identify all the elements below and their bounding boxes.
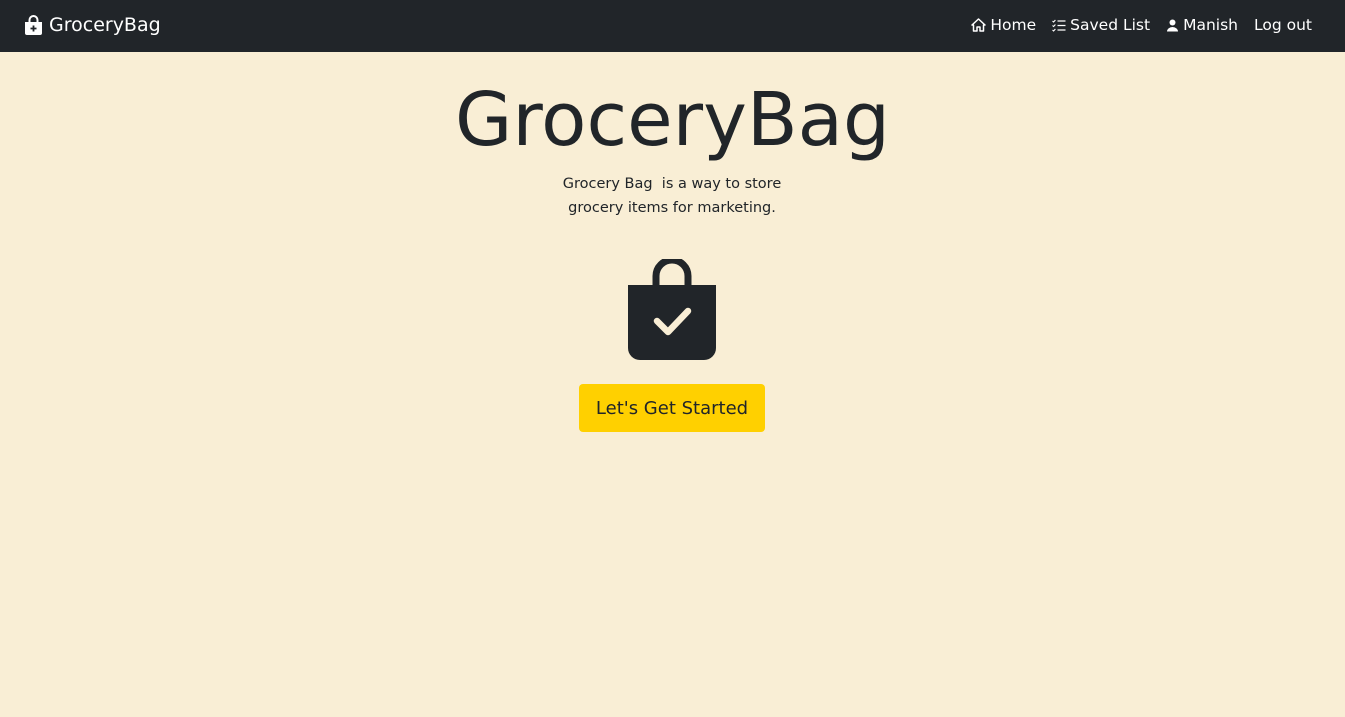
nav-links: Home Saved List Manish Log out bbox=[971, 13, 1312, 37]
brand-link[interactable]: GroceryBag bbox=[24, 12, 161, 38]
nav-home-label: Home bbox=[990, 16, 1037, 34]
bag-plus-icon bbox=[25, 14, 42, 35]
nav-logout-label: Log out bbox=[1254, 16, 1312, 34]
list-check-icon bbox=[1052, 19, 1066, 32]
nav-home-link[interactable]: Home bbox=[971, 16, 1036, 34]
nav-user-link[interactable]: Manish bbox=[1166, 16, 1238, 34]
nav-saved-list-label: Saved List bbox=[1070, 16, 1151, 34]
page-title: GroceryBag bbox=[455, 77, 890, 163]
hero-description-line-2: grocery items for marketing. bbox=[568, 200, 776, 216]
hero-description-line-1: Grocery Bag is a way to store bbox=[562, 176, 782, 192]
get-started-button[interactable]: Let's Get Started bbox=[579, 384, 765, 432]
hero-description: Grocery Bag is a way to store grocery it… bbox=[522, 172, 822, 220]
brand-name: GroceryBag bbox=[49, 14, 161, 36]
nav-saved-list-link[interactable]: Saved List bbox=[1052, 16, 1150, 34]
navbar: GroceryBag Home Saved List Manish Log ou… bbox=[0, 0, 1345, 52]
nav-user-label: Manish bbox=[1183, 16, 1238, 34]
person-icon bbox=[1167, 19, 1179, 31]
bag-check-icon bbox=[628, 259, 716, 360]
house-icon bbox=[971, 18, 987, 32]
nav-logout-link[interactable]: Log out bbox=[1254, 16, 1312, 34]
